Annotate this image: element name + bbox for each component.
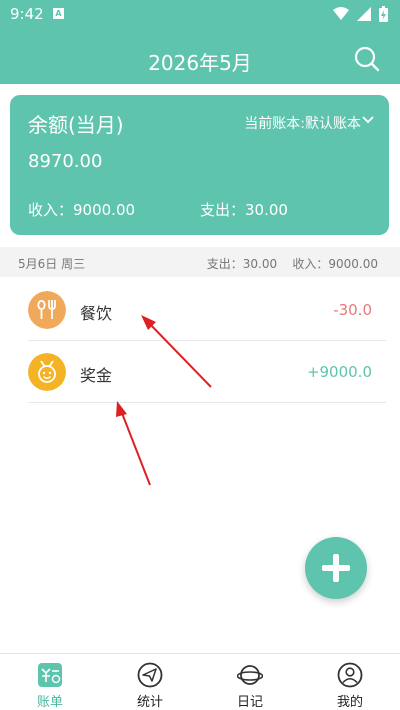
- tab-label: 我的: [336, 695, 363, 710]
- tab-mine[interactable]: 我的: [300, 654, 400, 710]
- battery-icon: [379, 6, 388, 22]
- bottom-tab-bar: 账单 统计 日记 我的: [0, 653, 400, 710]
- divider: [28, 402, 386, 403]
- wifi-icon: [333, 7, 349, 20]
- annotation-arrow: [116, 401, 151, 486]
- system-icons: [333, 6, 388, 22]
- tab-label: 统计: [136, 695, 163, 710]
- record-category: 奖金: [80, 366, 113, 385]
- planet-icon: [237, 665, 263, 685]
- tab-label: 日记: [236, 695, 263, 710]
- tab-label: 账单: [36, 695, 63, 710]
- record-amount: +9000.0: [306, 363, 372, 381]
- status-bar: 9:42 A: [0, 0, 400, 28]
- balance-title: 余额(当月): [28, 113, 124, 137]
- balance-card: 余额(当月) 当前账本:默认账本 8970.00 收入：9000.00 支出：3…: [10, 95, 389, 235]
- chevron-down-icon[interactable]: [361, 113, 375, 127]
- signal-icon: [357, 7, 371, 21]
- record-category: 餐饮: [80, 304, 113, 323]
- day-summary: 支出：30.00 收入：9000.00: [206, 257, 378, 271]
- bill-icon: [38, 663, 62, 687]
- list-item[interactable]: 奖金 +9000.0: [0, 341, 400, 403]
- day-header: 5月6日 周三 支出：30.00 收入：9000.00: [0, 247, 400, 277]
- app-header: 2026年5月: [0, 28, 400, 84]
- notification-a-icon: A: [53, 8, 64, 19]
- balance-amount: 8970.00: [28, 151, 103, 172]
- expense-total: 支出：30.00: [200, 201, 288, 219]
- fork-spoon-icon: [28, 291, 66, 329]
- income-total: 收入：9000.00: [28, 201, 136, 219]
- medal-icon: [28, 353, 66, 391]
- tab-bill[interactable]: 账单: [0, 654, 100, 710]
- search-icon[interactable]: [354, 46, 380, 72]
- account-selector[interactable]: 当前账本:默认账本: [244, 113, 361, 133]
- month-title[interactable]: 2026年5月: [0, 47, 400, 76]
- tab-diary[interactable]: 日记: [200, 654, 300, 710]
- tab-statistics[interactable]: 统计: [100, 654, 200, 710]
- day-date: 5月6日 周三: [18, 257, 86, 271]
- list-item[interactable]: 餐饮 -30.0: [0, 279, 400, 341]
- add-record-button[interactable]: [305, 537, 367, 599]
- paper-plane-icon: [137, 662, 163, 688]
- status-time: 9:42: [10, 5, 44, 23]
- record-amount: -30.0: [333, 301, 372, 319]
- user-icon: [337, 662, 363, 688]
- plus-icon: [333, 554, 339, 582]
